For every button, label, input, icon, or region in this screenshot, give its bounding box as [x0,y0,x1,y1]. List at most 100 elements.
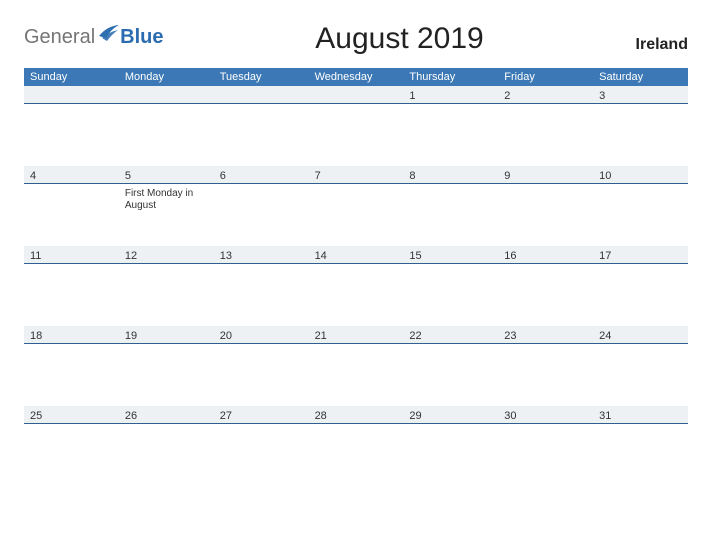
day-number: 1 [409,90,492,102]
calendar-cell: 25 [24,406,119,486]
row-divider [498,343,593,344]
weekday-wed: Wednesday [309,68,404,86]
weekday-fri: Friday [498,68,593,86]
day-number: 25 [30,410,113,422]
calendar-row: 45 First Monday in August6789 10 [24,166,688,246]
row-divider [24,183,119,184]
day-band [119,86,214,103]
calendar-cell: 14 [309,246,404,326]
calendar-cell: 12 [119,246,214,326]
row-divider [593,263,688,264]
calendar-cell: 10 [593,166,688,246]
day-number: 21 [315,330,398,342]
row-divider [24,103,119,104]
calendar-cell: 13 [214,246,309,326]
calendar-cell: 5 First Monday in August [119,166,214,246]
row-divider [498,183,593,184]
day-number: 12 [125,250,208,262]
calendar-cell: 30 [498,406,593,486]
calendar-row: 18192021222324 [24,326,688,406]
brand-swoosh-icon [98,24,120,48]
day-number: 16 [504,250,587,262]
calendar-row: 25 26 27 28 293031 [24,406,688,486]
day-band [24,86,119,103]
weekday-tue: Tuesday [214,68,309,86]
weekday-sun: Sunday [24,68,119,86]
row-divider [309,263,404,264]
weekday-sat: Saturday [593,68,688,86]
calendar-cell: 4 [24,166,119,246]
calendar-cell [214,86,309,166]
day-number: 14 [315,250,398,262]
calendar-cell: 28 [309,406,404,486]
row-divider [593,103,688,104]
row-divider [214,103,309,104]
calendar-grid: 12345First Monday in August6789101112131… [24,86,688,486]
calendar-cell: 22 [403,326,498,406]
row-divider [309,343,404,344]
row-divider [498,263,593,264]
brand-logo: General Blue [24,26,164,49]
brand-blue: Blue [120,26,163,49]
calendar-cell: 7 [309,166,404,246]
day-band [309,86,404,103]
day-number: 22 [409,330,492,342]
calendar-cell: 9 [498,166,593,246]
brand-general: General [24,26,95,49]
row-divider [214,423,309,424]
calendar-cell: 1 [403,86,498,166]
day-number: 9 [504,170,587,182]
calendar-cell: 24 [593,326,688,406]
calendar-cell: 18 [24,326,119,406]
calendar-cell: 16 [498,246,593,326]
day-number: 7 [315,170,398,182]
row-divider [498,103,593,104]
row-divider [119,183,214,184]
calendar-cell: 17 [593,246,688,326]
calendar-cell: 8 [403,166,498,246]
weekday-thu: Thursday [403,68,498,86]
calendar-cell: 2 [498,86,593,166]
day-number: 4 [30,170,113,182]
calendar-row: 123 [24,86,688,166]
day-number: 24 [599,330,682,342]
day-number: 3 [599,90,682,102]
row-divider [214,263,309,264]
event-label: First Monday in August [125,188,208,212]
row-divider [214,183,309,184]
calendar-cell: 31 [593,406,688,486]
row-divider [498,423,593,424]
calendar-cell: 29 [403,406,498,486]
calendar-cell: 21 [309,326,404,406]
header: General Blue August 2019 Ireland [24,20,688,56]
day-number: 5 [125,170,208,182]
row-divider [309,183,404,184]
day-number: 15 [409,250,492,262]
calendar-cell: 26 [119,406,214,486]
day-number: 28 [315,410,398,422]
row-divider [403,183,498,184]
row-divider [119,103,214,104]
country-label: Ireland [636,36,688,54]
calendar-cell: 3 [593,86,688,166]
row-divider [593,183,688,184]
weekday-header: Sunday Monday Tuesday Wednesday Thursday… [24,68,688,86]
row-divider [24,423,119,424]
weekday-mon: Monday [119,68,214,86]
day-number: 19 [125,330,208,342]
day-number: 2 [504,90,587,102]
calendar-cell: 6 [214,166,309,246]
day-number: 11 [30,250,113,262]
calendar-cell [309,86,404,166]
row-divider [403,103,498,104]
day-number: 17 [599,250,682,262]
row-divider [403,423,498,424]
row-divider [214,343,309,344]
calendar-cell: 20 [214,326,309,406]
row-divider [119,263,214,264]
day-number: 20 [220,330,303,342]
day-number: 27 [220,410,303,422]
row-divider [119,343,214,344]
calendar-cell: 15 [403,246,498,326]
row-divider [309,423,404,424]
